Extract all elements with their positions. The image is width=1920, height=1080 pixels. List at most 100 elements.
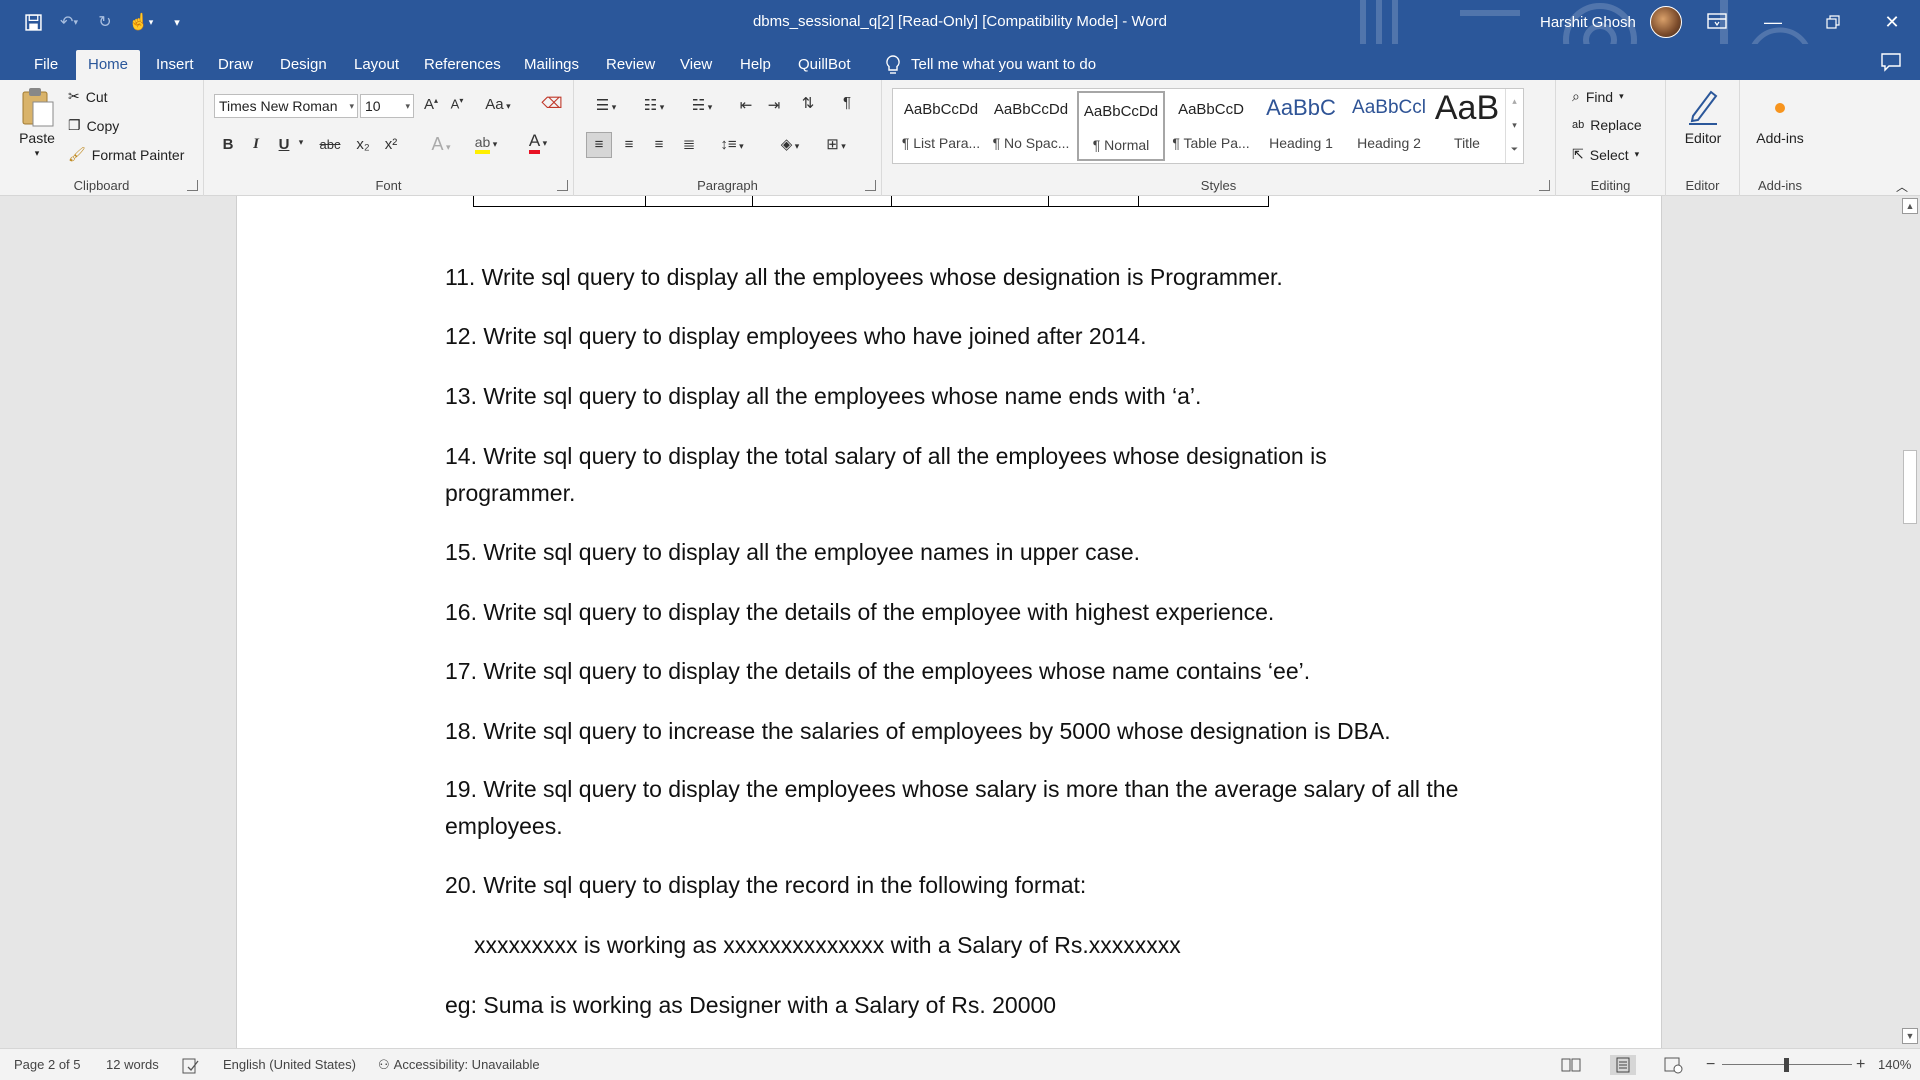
accessibility-status[interactable]: ⚇ Accessibility: Unavailable xyxy=(378,1049,540,1080)
undo-icon[interactable]: ↶ ▾ xyxy=(54,8,84,36)
ribbon-display-options-icon[interactable] xyxy=(1705,10,1729,32)
styles-launcher-icon[interactable] xyxy=(1539,180,1550,191)
superscript-button[interactable]: x² xyxy=(380,136,402,153)
strikethrough-button[interactable]: abc xyxy=(316,137,344,152)
align-right-icon[interactable]: ≡ xyxy=(646,133,672,157)
underline-button[interactable]: U xyxy=(274,136,294,153)
format-painter-button[interactable]: 🖌 Format Painter xyxy=(68,146,184,163)
shading-button[interactable]: ◈ ▾ xyxy=(770,133,810,158)
highlight-color-button[interactable]: ab ▾ xyxy=(466,134,506,154)
zoom-in-button[interactable]: + xyxy=(1856,1049,1865,1080)
comments-icon[interactable] xyxy=(1880,52,1902,72)
borders-button[interactable]: ⊞ ▾ xyxy=(816,133,856,158)
tab-layout[interactable]: Layout xyxy=(342,50,411,80)
clear-formatting-icon[interactable]: ⌫ xyxy=(540,94,564,112)
gallery-down-icon[interactable]: ▾ xyxy=(1506,113,1523,137)
italic-button[interactable]: I xyxy=(246,136,266,153)
style-title[interactable]: AaB Title xyxy=(1423,89,1511,161)
paste-button[interactable]: Paste ▾ xyxy=(14,86,60,174)
tell-me-search[interactable]: Tell me what you want to do xyxy=(885,50,1096,80)
save-icon[interactable] xyxy=(18,8,48,36)
user-account[interactable]: Harshit Ghosh xyxy=(1540,0,1682,44)
decrease-indent-icon[interactable]: ⇤ xyxy=(734,96,758,114)
multilevel-list-button[interactable]: ☵ ▾ xyxy=(682,96,722,114)
tab-design[interactable]: Design xyxy=(268,50,339,80)
paragraph-launcher-icon[interactable] xyxy=(865,180,876,191)
clipboard-launcher-icon[interactable] xyxy=(187,180,198,191)
style-heading-2[interactable]: AaBbCcl Heading 2 xyxy=(1345,91,1433,161)
tab-help[interactable]: Help xyxy=(728,50,783,80)
font-size-field[interactable]: 10 ▾ xyxy=(360,94,414,118)
increase-indent-icon[interactable]: ⇥ xyxy=(762,96,786,114)
font-name-field[interactable]: Times New Roman ▾ xyxy=(214,94,358,118)
align-left-icon[interactable]: ≡ xyxy=(586,132,612,158)
replace-button[interactable]: ab Replace xyxy=(1572,117,1642,133)
tab-draw[interactable]: Draw xyxy=(206,50,265,80)
style-normal[interactable]: AaBbCcDd ¶ Normal xyxy=(1077,91,1165,161)
zoom-level[interactable]: 140% xyxy=(1878,1049,1911,1080)
font-launcher-icon[interactable] xyxy=(557,180,568,191)
redo-icon[interactable]: ↻ xyxy=(90,8,120,36)
copy-button[interactable]: ❐ Copy xyxy=(68,117,119,134)
restore-icon[interactable] xyxy=(1807,0,1859,44)
cut-button[interactable]: ✂ Cut xyxy=(68,88,108,105)
show-formatting-button[interactable]: ¶ xyxy=(836,94,858,111)
shrink-font-icon[interactable]: A▾ xyxy=(446,96,468,111)
quick-access-toolbar: ↶ ▾ ↻ ☝ ▾ ▾ xyxy=(18,8,192,36)
style-list-paragraph[interactable]: AaBbCcDd ¶ List Para... xyxy=(897,91,985,161)
avatar[interactable] xyxy=(1649,6,1682,38)
addins-button[interactable]: Add-ins xyxy=(1748,86,1812,146)
tab-view[interactable]: View xyxy=(668,50,724,80)
vertical-scrollbar[interactable]: ▲ ▼ xyxy=(1900,196,1920,1048)
print-layout-icon[interactable] xyxy=(1610,1055,1636,1075)
style-no-spacing[interactable]: AaBbCcDd ¶ No Spac... xyxy=(987,91,1075,161)
text-effects-icon[interactable]: A ▾ xyxy=(424,134,458,155)
proofing-icon[interactable] xyxy=(182,1049,200,1080)
scroll-up-icon[interactable]: ▲ xyxy=(1902,198,1918,214)
style-sample: AaBbC xyxy=(1266,95,1336,120)
gallery-more-icon[interactable]: ⏷ xyxy=(1506,137,1523,161)
collapse-ribbon-icon[interactable]: ︿ xyxy=(1892,178,1912,195)
underline-dropdown-icon[interactable]: ▾ xyxy=(294,137,308,148)
style-heading-1[interactable]: AaBbC Heading 1 xyxy=(1257,91,1345,161)
customize-qat-icon[interactable]: ▾ xyxy=(162,8,192,36)
tab-quillbot[interactable]: QuillBot xyxy=(786,50,863,80)
minimize-icon[interactable]: — xyxy=(1747,0,1799,44)
page-count[interactable]: Page 2 of 5 xyxy=(14,1049,81,1080)
zoom-out-button[interactable]: − xyxy=(1706,1049,1715,1080)
language[interactable]: English (United States) xyxy=(223,1049,356,1080)
touch-mode-icon[interactable]: ☝ ▾ xyxy=(126,8,156,36)
align-center-icon[interactable]: ≡ xyxy=(616,133,642,157)
tab-review[interactable]: Review xyxy=(594,50,667,80)
numbering-button[interactable]: ☷ ▾ xyxy=(634,96,674,114)
scroll-down-icon[interactable]: ▼ xyxy=(1902,1028,1918,1044)
sort-icon[interactable]: ⇅ xyxy=(796,94,820,112)
close-icon[interactable]: ✕ xyxy=(1866,0,1918,44)
subscript-button[interactable]: x₂ xyxy=(352,136,374,153)
select-button[interactable]: ⇱ Select ▾ xyxy=(1572,146,1639,163)
change-case-button[interactable]: Aa ▾ xyxy=(480,96,516,113)
editor-button[interactable]: Editor xyxy=(1674,86,1732,146)
bullets-button[interactable]: ☰ ▾ xyxy=(586,96,626,114)
tab-references[interactable]: References xyxy=(412,50,513,80)
scroll-thumb[interactable] xyxy=(1903,450,1917,524)
document-page[interactable]: 11. Write sql query to display all the e… xyxy=(236,196,1662,1048)
addins-group: Add-ins Add-ins xyxy=(1740,80,1820,196)
find-button[interactable]: ⌕ Find ▾ xyxy=(1572,88,1624,105)
read-mode-icon[interactable] xyxy=(1558,1055,1584,1075)
zoom-slider-thumb[interactable] xyxy=(1784,1058,1789,1072)
paste-dropdown-icon[interactable]: ▾ xyxy=(35,148,40,159)
tab-home[interactable]: Home xyxy=(76,50,141,80)
tab-insert[interactable]: Insert xyxy=(144,50,206,80)
bold-button[interactable]: B xyxy=(218,136,238,153)
web-layout-icon[interactable] xyxy=(1660,1055,1686,1075)
grow-font-icon[interactable]: A▴ xyxy=(420,96,442,113)
justify-icon[interactable]: ≣ xyxy=(676,133,702,157)
gallery-up-icon[interactable]: ▴ xyxy=(1506,89,1523,113)
tab-file[interactable]: File xyxy=(22,50,70,80)
style-table-paragraph[interactable]: AaBbCcD ¶ Table Pa... xyxy=(1167,91,1255,161)
tab-mailings[interactable]: Mailings xyxy=(512,50,591,80)
line-spacing-button[interactable]: ↕≡ ▾ xyxy=(712,133,752,158)
font-color-button[interactable]: A ▾ xyxy=(518,132,558,154)
word-count[interactable]: 12 words xyxy=(106,1049,159,1080)
